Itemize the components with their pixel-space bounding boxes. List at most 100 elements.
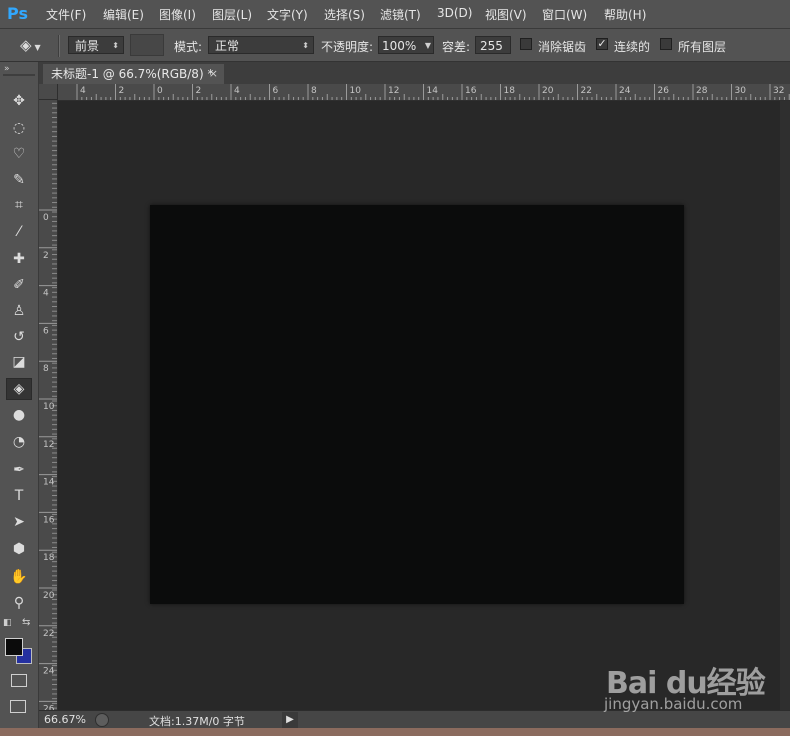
healing-brush-tool[interactable]: ✚ xyxy=(6,248,32,270)
history-brush-tool[interactable]: ↺ xyxy=(6,326,32,348)
contiguous-label: 连续的 xyxy=(614,40,651,54)
mode-select[interactable]: 正常 ⬍ xyxy=(208,36,314,54)
ruler-h-label: 32 xyxy=(773,86,784,96)
opacity-label: 不透明度: xyxy=(321,40,374,54)
foreground-color-swatch[interactable] xyxy=(5,638,23,656)
baidu-jingyan-watermark: Bai du经验 jingyan.baidu.com xyxy=(590,650,780,720)
ruler-h-label: 6 xyxy=(273,86,279,96)
ruler-h-label: 12 xyxy=(388,86,399,96)
type-icon: T xyxy=(14,488,24,504)
tool-preset-picker[interactable]: ◈ ▼ xyxy=(20,36,50,56)
quick-select-icon: ✎ xyxy=(13,172,25,188)
paint-bucket-icon: ◈ xyxy=(13,381,25,397)
horizontal-ruler[interactable]: 4 2 0 2 4 6 8 10 12 14 16 18 20 22 24 26 28 30 32 xyxy=(58,84,790,101)
menu-3d[interactable]: 3D(D) xyxy=(437,6,472,20)
zoom-level[interactable]: 66.67% xyxy=(44,713,86,726)
document-canvas[interactable] xyxy=(150,205,684,604)
zoom-tool[interactable]: ⚲ xyxy=(6,592,32,614)
horizontal-ruler-ticks: 4 2 0 2 4 6 8 10 12 14 16 18 20 22 24 26 28 30 32 xyxy=(76,84,790,100)
ruler-h-label: 4 xyxy=(234,86,240,96)
menu-help[interactable]: 帮助(H) xyxy=(604,6,646,23)
tolerance-label: 容差: xyxy=(442,40,471,54)
menu-layer[interactable]: 图层(L) xyxy=(212,6,252,23)
brush-icon: ✐ xyxy=(13,277,25,293)
paint-bucket-icon: ◈ xyxy=(20,36,32,54)
menu-window[interactable]: 窗口(W) xyxy=(542,6,587,23)
opacity-input[interactable]: 100% ▼ xyxy=(378,36,434,54)
menu-filter[interactable]: 滤镜(T) xyxy=(380,6,421,23)
menu-view[interactable]: 视图(V) xyxy=(485,6,527,23)
brush-tool[interactable]: ✐ xyxy=(6,274,32,296)
status-menu-arrow[interactable]: ▶ xyxy=(282,712,298,728)
eyedropper-tool[interactable]: ⁄ xyxy=(6,221,32,243)
tolerance-input[interactable]: 255 xyxy=(475,36,511,54)
panel-grip[interactable] xyxy=(3,74,35,76)
ruler-v-label: 24 xyxy=(43,667,55,677)
antialias-checkbox[interactable] xyxy=(520,38,532,50)
pattern-picker[interactable] xyxy=(130,34,164,56)
document-tab[interactable]: 未标题-1 @ 66.7%(RGB/8) * × xyxy=(43,64,224,84)
ruler-v-label: 12 xyxy=(43,440,54,450)
contiguous-checkbox[interactable]: ✓ xyxy=(596,38,608,50)
marquee-tool[interactable]: ◌ xyxy=(6,117,32,139)
ruler-v-label: 6 xyxy=(43,326,49,336)
type-tool[interactable]: T xyxy=(6,485,32,507)
path-select-tool[interactable]: ➤ xyxy=(6,511,32,533)
ruler-v-label: 20 xyxy=(43,591,55,601)
ruler-h-label: 2 xyxy=(119,86,125,96)
vertical-ruler[interactable]: 0 2 4 6 8 10 12 14 16 18 20 22 24 26 xyxy=(39,100,58,710)
swap-colors-icon[interactable]: ⇆ xyxy=(22,617,30,628)
all-layers-checkbox[interactable] xyxy=(660,38,672,50)
hand-tool[interactable]: ✋ xyxy=(6,566,32,588)
quick-select-tool[interactable]: ✎ xyxy=(6,169,32,191)
menu-file[interactable]: 文件(F) xyxy=(46,6,86,23)
fill-source-value: 前景 xyxy=(75,39,100,53)
menu-select[interactable]: 选择(S) xyxy=(324,6,365,23)
document-tab-strip: 未标题-1 @ 66.7%(RGB/8) * × xyxy=(39,62,790,84)
ruler-v-label: 2 xyxy=(43,251,49,261)
ruler-h-label: 24 xyxy=(619,86,631,96)
menu-type[interactable]: 文字(Y) xyxy=(267,6,308,23)
ruler-v-label: 8 xyxy=(43,364,49,374)
ruler-origin[interactable] xyxy=(39,84,58,100)
all-layers-label: 所有图层 xyxy=(678,40,727,54)
photoshop-logo: Ps xyxy=(7,4,28,23)
tolerance-value: 255 xyxy=(480,39,503,53)
crop-tool[interactable]: ⌗ xyxy=(6,194,32,216)
move-tool[interactable]: ✥ xyxy=(6,90,32,112)
ruler-v-label: 16 xyxy=(43,515,55,525)
shape-tool[interactable]: ⬢ xyxy=(6,538,32,560)
fill-source-select[interactable]: 前景 ⬍ xyxy=(68,36,124,54)
dodge-icon: ◔ xyxy=(12,434,26,450)
status-info-icon[interactable] xyxy=(95,713,109,727)
updown-icon: ⬍ xyxy=(112,41,119,50)
screen-mode-icon[interactable] xyxy=(10,700,26,713)
menu-image[interactable]: 图像(I) xyxy=(159,6,196,23)
paint-bucket-tool[interactable]: ◈ xyxy=(6,378,32,400)
move-icon: ✥ xyxy=(13,93,25,109)
stamp-tool[interactable]: ♙ xyxy=(6,300,32,322)
ruler-h-label: 8 xyxy=(311,86,317,96)
pen-icon: ✒ xyxy=(13,462,25,478)
ruler-h-label: 28 xyxy=(696,86,708,96)
collapse-panel-icon[interactable]: » xyxy=(4,64,10,74)
menu-edit[interactable]: 编辑(E) xyxy=(103,6,144,23)
blur-tool[interactable]: ● xyxy=(6,404,32,426)
lasso-tool[interactable]: ♡ xyxy=(6,143,32,165)
chevron-down-icon[interactable]: ▼ xyxy=(425,37,431,55)
ruler-h-label: 16 xyxy=(465,86,477,96)
blur-icon: ● xyxy=(12,407,26,423)
pen-tool[interactable]: ✒ xyxy=(6,459,32,481)
close-icon[interactable]: × xyxy=(209,64,218,84)
shape-icon: ⬢ xyxy=(12,541,26,557)
default-colors-icon[interactable]: ◧ xyxy=(3,618,12,628)
divider xyxy=(58,35,60,57)
watermark-url: jingyan.baidu.com xyxy=(604,695,743,713)
quick-mask-icon[interactable] xyxy=(11,674,27,687)
opacity-value: 100% xyxy=(382,39,417,53)
dodge-tool[interactable]: ◔ xyxy=(6,431,32,453)
crop-icon: ⌗ xyxy=(15,197,23,213)
eraser-tool[interactable]: ◪ xyxy=(6,351,32,373)
vertical-scrollbar[interactable] xyxy=(780,101,790,710)
healing-brush-icon: ✚ xyxy=(13,251,25,267)
